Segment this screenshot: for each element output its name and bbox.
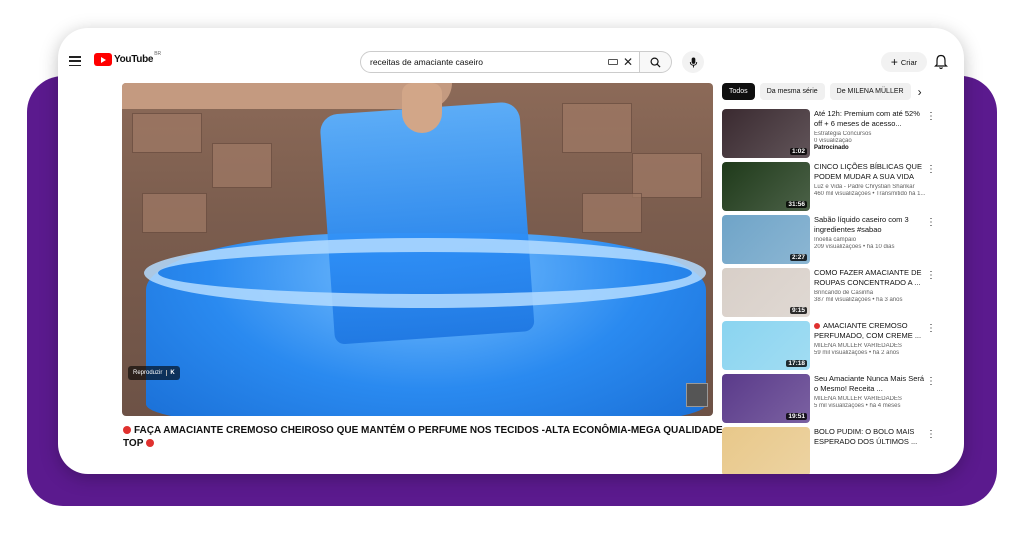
red-dot-icon [145,439,154,447]
related-video-stats: 460 mil visualizações • Transmitido há 1… [814,191,926,197]
video-thumbnail[interactable]: 17:18 [722,321,810,370]
related-video-title[interactable]: Seu Amaciante Nunca Mais Será o Mesmo! R… [814,374,926,394]
wall-brick [562,103,632,153]
related-video-title[interactable]: Até 12h: Premium com até 52% off + 6 mes… [814,109,926,129]
search-box[interactable]: receitas de amaciante caseiro ✕ [360,51,640,73]
related-video-title[interactable]: COMO FAZER AMACIANTE DE ROUPAS CONCENTRA… [814,268,926,288]
tub-rim [144,238,706,308]
red-dot-icon [814,323,820,329]
playback-hint-badge[interactable]: Reproduzir K [128,366,180,380]
video-thumbnail[interactable]: 9:15 [722,268,810,317]
related-video-title[interactable]: CINCO LIÇÕES BÍBLICAS QUE PODEM MUDAR A … [814,162,926,182]
chip-todos[interactable]: Todos [722,83,755,100]
duration-badge: 17:18 [786,360,807,367]
related-video-channel[interactable]: Estratégia Concursos [814,131,926,137]
related-video-title-text: AMACIANTE CREMOSO PERFUMADO, COM CREME .… [814,321,922,340]
wall-brick [132,113,202,153]
logo-text: YouTube [114,54,154,65]
related-video-title[interactable]: AMACIANTE CREMOSO PERFUMADO, COM CREME .… [814,321,926,341]
video-player[interactable]: Reproduzir K [122,83,713,416]
list-item[interactable]: 31:56 CINCO LIÇÕES BÍBLICAS QUE PODEM MU… [722,161,962,214]
related-video-channel[interactable]: Inoella campaio [814,237,926,243]
related-video-channel[interactable]: Luz e Vida - Padre Chrystian Shankar [814,184,926,190]
related-video-stats: 387 mil visualizações • há 3 anos [814,297,903,303]
more-options-icon[interactable]: ⋮ [926,218,936,228]
more-options-icon[interactable]: ⋮ [926,271,936,281]
more-options-icon[interactable]: ⋮ [926,377,936,387]
more-options-icon[interactable]: ⋮ [926,430,936,440]
list-item[interactable]: BOLO PUDIM: O BOLO MAIS ESPERADO DOS ÚLT… [722,426,962,474]
wall-brick [142,193,207,233]
chip-channel[interactable]: De MILENA MÜLLER [829,83,911,100]
duration-badge: 9:15 [789,307,807,314]
create-label: Criar [900,57,918,67]
duration-badge: 19:51 [786,413,807,420]
wall-brick [582,193,642,233]
voice-search-button[interactable] [682,51,704,73]
wall-brick [212,143,272,188]
search-button[interactable] [640,51,672,73]
video-thumbnail[interactable]: 31:56 [722,162,810,211]
wall-brick [632,153,702,198]
duration-badge: 2:27 [789,254,807,261]
search-icon [650,57,661,68]
playback-hint-label: Reproduzir [133,370,163,376]
create-button[interactable]: + Criar [881,52,927,72]
related-video-stats: 5 mil visualizações • há 4 meses [814,403,901,409]
more-options-icon[interactable]: ⋮ [926,324,936,334]
filter-chips: Todos Da mesma série De MILENA MÜLLER › [722,83,922,100]
keyboard-icon[interactable] [607,59,618,65]
more-options-icon[interactable]: ⋮ [926,165,936,175]
duration-badge: 31:56 [786,201,807,208]
list-item[interactable]: 1:02 Até 12h: Premium com até 52% off + … [722,108,962,161]
notifications-bell-icon[interactable] [934,54,948,70]
list-item[interactable]: 19:51 Seu Amaciante Nunca Mais Será o Me… [722,373,962,426]
video-title: FAÇA AMACIANTE CREMOSO CHEIROSO QUE MANT… [123,424,723,450]
video-thumbnail[interactable]: 1:02 [722,109,810,158]
related-video-stats: 59 mil visualizações • há 2 anos [814,350,900,356]
related-video-title[interactable]: Sabão líquido caseiro com 3 ingredientes… [814,215,926,235]
top-bar: YouTube BR receitas de amaciante caseiro… [58,28,964,84]
youtube-logo[interactable]: YouTube BR [94,50,162,66]
plus-icon: + [890,55,898,69]
video-thumbnail[interactable]: 19:51 [722,374,810,423]
hand [402,83,442,133]
related-video-stats: 209 visualizações • há 10 dias [814,244,895,250]
video-title-text: FAÇA AMACIANTE CREMOSO CHEIROSO QUE MANT… [123,425,723,449]
chip-same-series[interactable]: Da mesma série [759,83,825,100]
playback-hint-key: K [166,370,175,376]
video-thumbnail[interactable] [722,427,810,474]
browser-frame: YouTube BR receitas de amaciante caseiro… [58,28,964,474]
related-video-title[interactable]: BOLO PUDIM: O BOLO MAIS ESPERADO DOS ÚLT… [814,427,926,447]
list-item[interactable]: 17:18 AMACIANTE CREMOSO PERFUMADO, COM C… [722,320,962,373]
related-video-channel[interactable]: MILENA MÜLLER VARIEDADES [814,343,926,349]
sponsored-label: Patrocinado [814,145,849,151]
list-item[interactable]: 9:15 COMO FAZER AMACIANTE DE ROUPAS CONC… [722,267,962,320]
video-thumbnail[interactable]: 2:27 [722,215,810,264]
clear-icon[interactable]: ✕ [623,56,633,68]
duration-badge: 1:02 [789,148,807,155]
youtube-play-icon [94,53,112,66]
channel-watermark[interactable] [686,383,708,407]
blue-bucket [319,101,535,345]
chevron-right-icon[interactable]: › [918,85,922,99]
red-dot-icon [123,426,131,434]
related-videos-list: 1:02 Até 12h: Premium com até 52% off + … [722,108,962,474]
logo-country: BR [154,50,162,57]
related-video-stats: 0 visualização [814,138,852,144]
related-video-channel[interactable]: MILENA MÜLLER VARIEDADES [814,396,926,402]
search-input[interactable]: receitas de amaciante caseiro [370,57,608,67]
microphone-icon [689,56,697,68]
related-video-channel[interactable]: Brincando de Casinha [814,290,926,296]
list-item[interactable]: 2:27 Sabão líquido caseiro com 3 ingredi… [722,214,962,267]
menu-icon[interactable] [69,56,81,67]
more-options-icon[interactable]: ⋮ [926,112,936,122]
